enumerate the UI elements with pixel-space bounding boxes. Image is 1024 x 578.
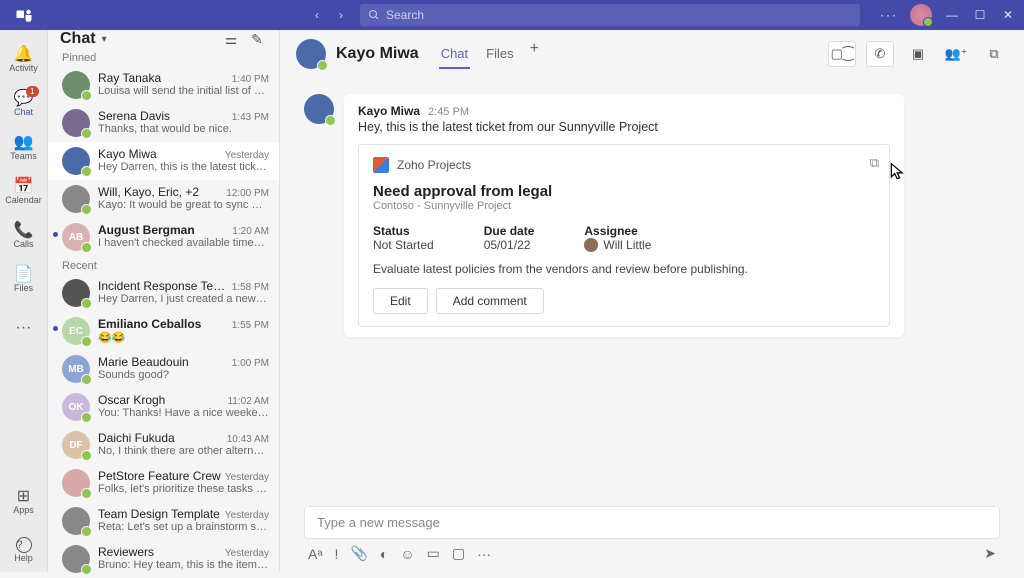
- add-people-button[interactable]: 👥⁺: [942, 41, 970, 67]
- chat-row[interactable]: Team Design TemplateYesterdayReta: Let's…: [48, 502, 279, 540]
- chevron-down-icon: ▾: [102, 34, 107, 45]
- chat-row[interactable]: PetStore Feature CrewYesterdayFolks, let…: [48, 464, 279, 502]
- chat-list-panel: Chat ▾ ⚌ ✎ Pinned Ray Tanaka1:40 PMLouis…: [48, 30, 280, 572]
- zoho-projects-icon: [373, 157, 389, 173]
- card-title: Need approval from legal: [373, 183, 875, 200]
- status-label: Status: [373, 224, 434, 238]
- app-rail: 🔔Activity1💬Chat👥Teams📅Calendar📞Calls📄Fil…: [0, 30, 48, 572]
- title-bar: ‹ › Search ··· — ☐ ✕: [0, 0, 1024, 30]
- message-avatar[interactable]: [304, 94, 334, 124]
- loop-icon[interactable]: ◐: [380, 546, 388, 562]
- audio-call-button[interactable]: ✆: [866, 41, 894, 67]
- chat-row[interactable]: MBMarie Beaudouin1:00 PMSounds good?: [48, 350, 279, 388]
- conversation-avatar[interactable]: [296, 39, 326, 69]
- more-compose-icon[interactable]: ···: [477, 546, 491, 562]
- chat-row[interactable]: Ray Tanaka1:40 PMLouisa will send the in…: [48, 66, 279, 104]
- rail-help-button[interactable]: ?Help: [0, 528, 48, 572]
- window-close-button[interactable]: ✕: [1000, 8, 1016, 22]
- chat-row[interactable]: ReviewersYesterdayBruno: Hey team, this …: [48, 540, 279, 578]
- edit-button[interactable]: Edit: [373, 288, 428, 314]
- due-date-value: 05/01/22: [484, 238, 535, 252]
- conversation-panel: Kayo Miwa Chat Files + ▢⁐ ✆ ▣ 👥⁺ ⧉ Kayo …: [280, 30, 1024, 572]
- gif-icon[interactable]: ▭: [427, 545, 440, 562]
- filter-icon[interactable]: ⚌: [221, 31, 241, 48]
- message: Kayo Miwa 2:45 PM Hey, this is the lates…: [304, 94, 1000, 337]
- rail-item-calls[interactable]: 📞Calls: [0, 214, 48, 258]
- add-tab-button[interactable]: +: [530, 40, 539, 69]
- rail-item-activity[interactable]: 🔔Activity: [0, 38, 48, 82]
- compose-input[interactable]: Type a new message: [304, 506, 1000, 539]
- chat-row[interactable]: Serena Davis1:43 PMThanks, that would be…: [48, 104, 279, 142]
- window-maximize-button[interactable]: ☐: [972, 8, 988, 22]
- tab-files[interactable]: Files: [484, 40, 515, 69]
- popout-button[interactable]: ⧉: [980, 41, 1008, 67]
- assignee-avatar: [584, 238, 598, 252]
- sticker-icon[interactable]: ▢: [452, 545, 465, 562]
- card-description: Evaluate latest policies from the vendor…: [373, 262, 875, 276]
- rail-item-files[interactable]: 📄Files: [0, 258, 48, 302]
- teams-logo-icon: [0, 6, 48, 24]
- video-call-button[interactable]: ▢⁐: [828, 41, 856, 67]
- messages-area: Kayo Miwa 2:45 PM Hey, this is the lates…: [280, 78, 1024, 498]
- card-subtitle: Contoso - Sunnyville Project: [373, 200, 875, 212]
- window-minimize-button[interactable]: —: [944, 8, 960, 22]
- rail-item-chat[interactable]: 1💬Chat: [0, 82, 48, 126]
- attach-icon[interactable]: 📎: [350, 545, 367, 562]
- status-value: Not Started: [373, 238, 434, 252]
- chat-row[interactable]: ECEmiliano Ceballos1:55 PM😂😂: [48, 312, 279, 350]
- due-date-label: Due date: [484, 224, 535, 238]
- chat-row[interactable]: Kayo MiwaYesterdayHey Darren, this is th…: [48, 142, 279, 180]
- pinned-section-label: Pinned: [48, 48, 279, 66]
- chat-row[interactable]: ABAugust Bergman1:20 AMI haven't checked…: [48, 218, 279, 256]
- tab-chat[interactable]: Chat: [439, 40, 470, 69]
- send-button[interactable]: ➤: [984, 545, 996, 562]
- conversation-title: Kayo Miwa: [336, 45, 419, 63]
- more-options-button[interactable]: ···: [880, 8, 898, 22]
- chat-row[interactable]: OKOscar Krogh11:02 AMYou: Thanks! Have a…: [48, 388, 279, 426]
- add-comment-button[interactable]: Add comment: [436, 288, 544, 314]
- search-placeholder: Search: [386, 8, 424, 22]
- message-author: Kayo Miwa: [358, 104, 420, 118]
- card-app-name: Zoho Projects: [397, 158, 471, 172]
- chat-row[interactable]: Will, Kayo, Eric, +212:00 PMKayo: It wou…: [48, 180, 279, 218]
- nav-forward-button[interactable]: ›: [332, 8, 350, 22]
- assignee-label: Assignee: [584, 224, 651, 238]
- priority-icon[interactable]: !: [335, 546, 339, 562]
- format-icon[interactable]: Aᵃ: [308, 546, 323, 562]
- screen-share-button[interactable]: ▣: [904, 41, 932, 67]
- current-user-avatar[interactable]: [910, 4, 932, 26]
- conversation-header: Kayo Miwa Chat Files + ▢⁐ ✆ ▣ 👥⁺ ⧉: [280, 30, 1024, 78]
- chat-list-title[interactable]: Chat: [60, 30, 96, 48]
- chat-row[interactable]: DFDaichi Fukuda10:43 AMNo, I think there…: [48, 426, 279, 464]
- rail-item-calendar[interactable]: 📅Calendar: [0, 170, 48, 214]
- recent-section-label: Recent: [48, 256, 279, 274]
- rail-more-button[interactable]: ···: [0, 306, 48, 350]
- adaptive-card: Zoho Projects ⧉ Need approval from legal…: [358, 144, 890, 327]
- rail-item-teams[interactable]: 👥Teams: [0, 126, 48, 170]
- copy-card-icon[interactable]: ⧉: [870, 155, 879, 171]
- compose-placeholder: Type a new message: [317, 515, 440, 530]
- nav-back-button[interactable]: ‹: [308, 8, 326, 22]
- message-text: Hey, this is the latest ticket from our …: [358, 120, 890, 134]
- assignee-value: Will Little: [603, 238, 651, 252]
- rail-apps-button[interactable]: ⊞Apps: [0, 480, 48, 524]
- emoji-icon[interactable]: ☺: [400, 546, 414, 562]
- search-input[interactable]: Search: [360, 4, 860, 26]
- compose-toolbar: Aᵃ ! 📎 ◐ ☺ ▭ ▢ ··· ➤: [304, 539, 1000, 562]
- message-timestamp: 2:45 PM: [428, 106, 469, 118]
- chat-row[interactable]: Incident Response Team1:58 PMHey Darren,…: [48, 274, 279, 312]
- new-chat-icon[interactable]: ✎: [247, 31, 267, 48]
